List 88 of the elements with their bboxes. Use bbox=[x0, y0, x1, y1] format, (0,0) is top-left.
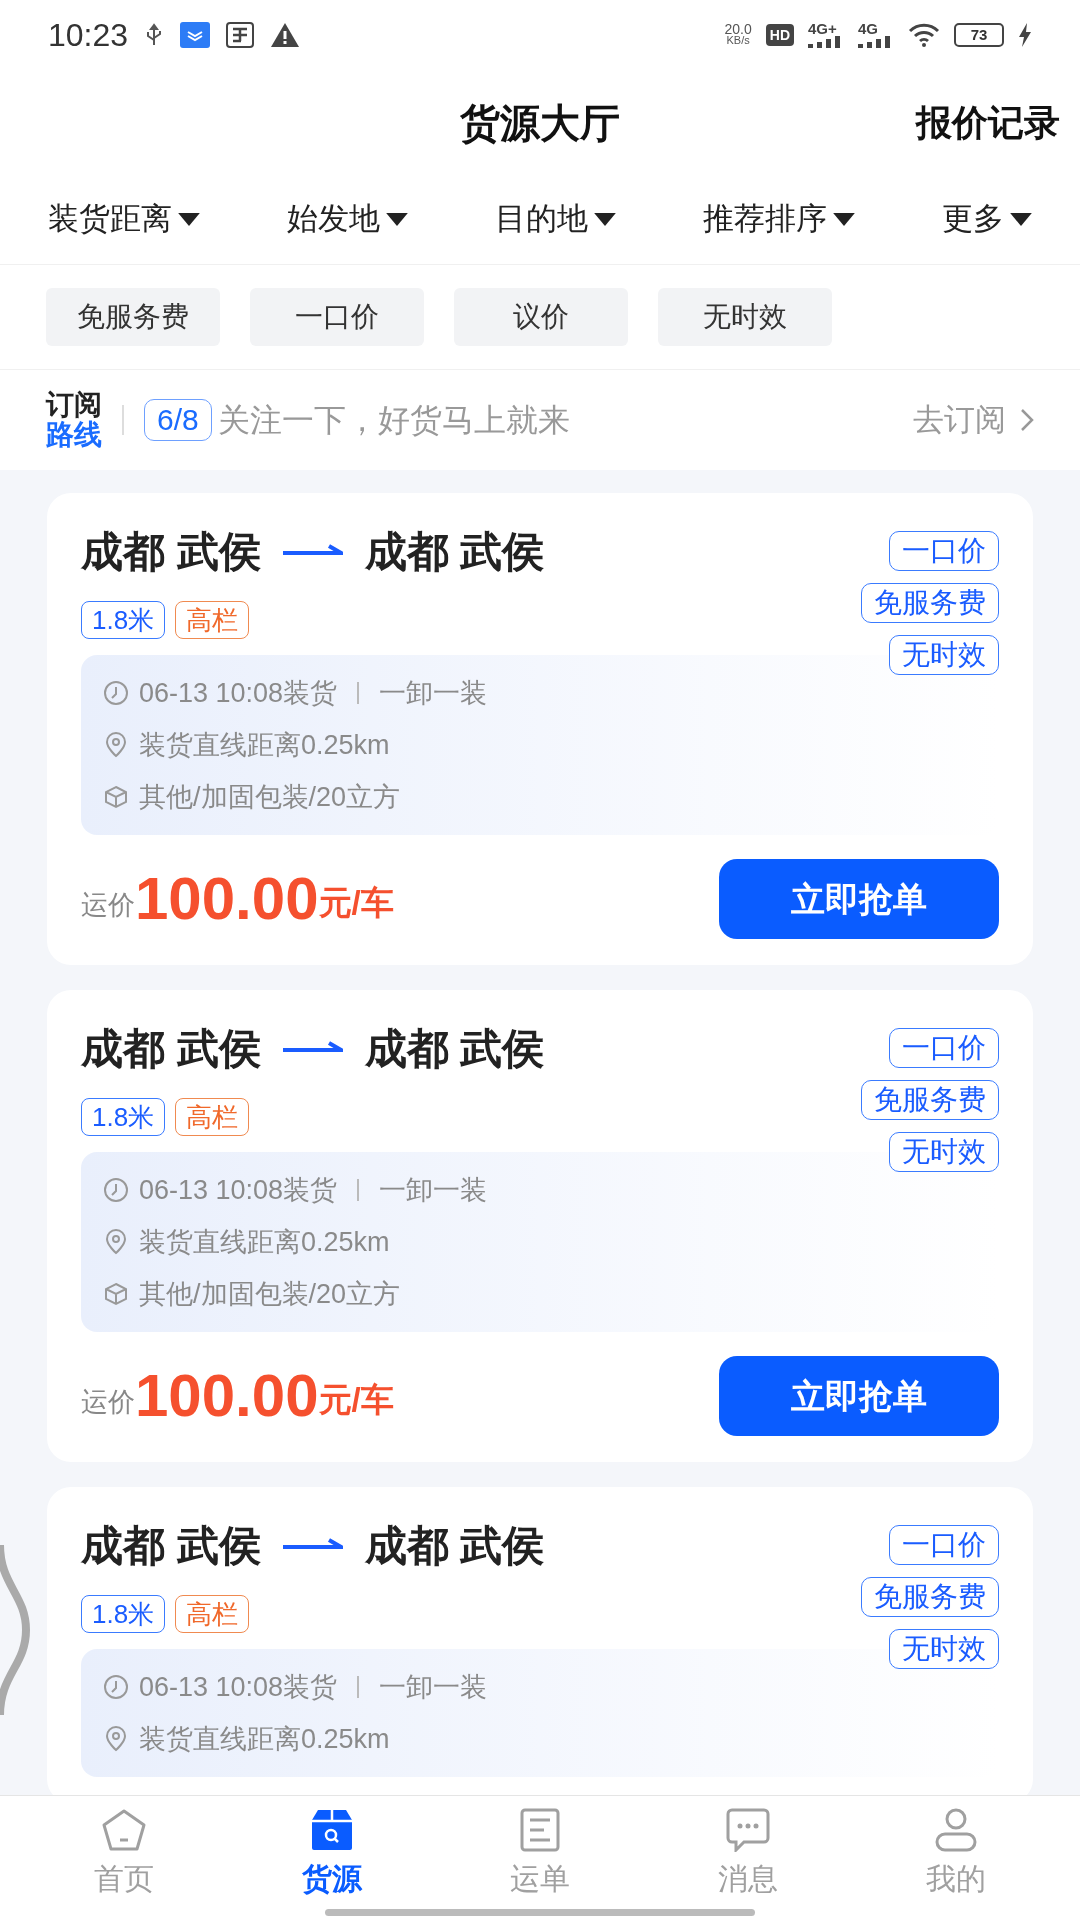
grab-order-button[interactable]: 立即抢单 bbox=[719, 859, 999, 939]
price-unit: 元/车 bbox=[318, 1379, 394, 1420]
logo-text: 订阅 bbox=[46, 390, 102, 420]
pricing-badge: 一口价 bbox=[889, 1525, 999, 1565]
network-type: 4G+ bbox=[808, 22, 837, 36]
filter-dropdown[interactable]: 推荐排序 bbox=[703, 196, 855, 243]
price-label: 运价 bbox=[81, 1385, 135, 1419]
status-time: 10:23 bbox=[48, 16, 129, 55]
detail-text: 装货直线距离0.25km bbox=[139, 728, 390, 762]
subscription-message: 关注一下，好货马上就来 bbox=[217, 401, 571, 440]
hd-badge: HD bbox=[765, 24, 794, 46]
detail-text: 一卸一装 bbox=[379, 1173, 488, 1207]
pricing-badge: 无时效 bbox=[889, 1132, 999, 1172]
price-unit: 元/车 bbox=[318, 882, 394, 923]
detail-text: 其他/加固包装/20立方 bbox=[139, 780, 401, 814]
app-icon bbox=[180, 22, 211, 48]
detail-text: 其他/加固包装/20立方 bbox=[139, 1277, 401, 1311]
origin-text: 成都 武侯 bbox=[81, 1023, 261, 1074]
cargo-card[interactable]: 成都 武侯 成都 武侯 1.8米 高栏 一口价 免服务费 无时效 06-13 10:08装货 一卸一装 装货直线距离0.25km 其他/加固包装/20立方 运价100.00元/车 立即抢单 bbox=[47, 990, 1033, 1462]
vehicle-tag: 1.8米 bbox=[81, 1098, 166, 1136]
filter-chip[interactable]: 一口价 bbox=[250, 288, 424, 346]
page-title: 货源大厅 bbox=[460, 99, 620, 147]
price-value: 100.00 bbox=[135, 867, 319, 931]
pricing-badge: 一口价 bbox=[889, 1028, 999, 1068]
filter-dropdown[interactable]: 始发地 bbox=[287, 196, 408, 243]
charging-icon bbox=[1018, 23, 1032, 47]
destination-text: 成都 武侯 bbox=[364, 526, 545, 577]
pricing-badge: 一口价 bbox=[889, 531, 999, 571]
quote-history-link[interactable]: 报价记录 bbox=[916, 95, 1060, 150]
detail-text: 一卸一装 bbox=[379, 1670, 488, 1704]
network-type: 4G bbox=[858, 22, 878, 36]
location-pin-icon bbox=[103, 1726, 129, 1752]
chat-bubble-icon bbox=[724, 1808, 772, 1852]
location-pin-icon bbox=[103, 732, 129, 758]
cargo-card[interactable]: 成都 武侯 成都 武侯 1.8米 高栏 一口价 免服务费 无时效 06-13 10:08装货 一卸一装 装货直线距离0.25km bbox=[47, 1487, 1033, 1795]
vehicle-tag: 高栏 bbox=[175, 1595, 250, 1633]
warning-icon bbox=[270, 22, 301, 48]
filter-dropdown[interactable]: 更多 bbox=[942, 196, 1032, 243]
destination-text: 成都 武侯 bbox=[364, 1023, 545, 1074]
app-icon bbox=[226, 22, 255, 48]
caret-icon bbox=[386, 213, 408, 226]
detail-text: 装货直线距离0.25km bbox=[139, 1225, 390, 1259]
vehicle-tag: 1.8米 bbox=[81, 1595, 166, 1633]
package-icon bbox=[103, 1281, 129, 1307]
vehicle-tag: 高栏 bbox=[175, 1098, 250, 1136]
caret-icon bbox=[178, 213, 200, 226]
detail-text: 06-13 10:08装货 bbox=[139, 1173, 338, 1207]
vehicle-tag: 高栏 bbox=[175, 601, 250, 639]
price-label: 运价 bbox=[81, 888, 135, 922]
location-pin-icon bbox=[103, 1229, 129, 1255]
filter-dropdown[interactable]: 装货距离 bbox=[48, 196, 200, 243]
clock-icon bbox=[103, 1674, 129, 1700]
network-speed: 20.0 KB/s bbox=[724, 24, 752, 46]
caret-icon bbox=[1010, 213, 1032, 226]
home-icon bbox=[100, 1808, 148, 1852]
package-icon bbox=[103, 784, 129, 810]
clock-icon bbox=[103, 1177, 129, 1203]
back-gesture-handle[interactable] bbox=[0, 1545, 30, 1715]
filter-chip[interactable]: 免服务费 bbox=[46, 288, 220, 346]
vehicle-tag: 1.8米 bbox=[81, 601, 166, 639]
tab-item[interactable]: 货源 bbox=[252, 1808, 412, 1901]
origin-text: 成都 武侯 bbox=[81, 526, 261, 577]
filter-chip[interactable]: 无时效 bbox=[658, 288, 832, 346]
logo-text: 路线 bbox=[46, 420, 102, 450]
battery-indicator: 73 bbox=[954, 23, 1004, 47]
cargo-card[interactable]: 成都 武侯 成都 武侯 1.8米 高栏 一口价 免服务费 无时效 06-13 10:08装货 一卸一装 装货直线距离0.25km 其他/加固包装/20立方 运价100.00元/车 立即抢单 bbox=[47, 493, 1033, 965]
filter-chip[interactable]: 议价 bbox=[454, 288, 628, 346]
pricing-badge: 免服务费 bbox=[861, 1577, 999, 1617]
detail-text: 装货直线距离0.25km bbox=[139, 1722, 390, 1756]
detail-text: 06-13 10:08装货 bbox=[139, 1670, 338, 1704]
grab-order-button[interactable]: 立即抢单 bbox=[719, 1356, 999, 1436]
pricing-badge: 免服务费 bbox=[861, 583, 999, 623]
destination-text: 成都 武侯 bbox=[364, 1520, 545, 1571]
count-badge: 6/8 bbox=[144, 399, 212, 441]
clock-icon bbox=[103, 680, 129, 706]
price-value: 100.00 bbox=[135, 1364, 319, 1428]
filter-dropdown[interactable]: 目的地 bbox=[495, 196, 616, 243]
subscription-bar[interactable]: 订阅 路线 6/8 关注一下，好货马上就来 去订阅 bbox=[0, 370, 1080, 470]
detail-text: 一卸一装 bbox=[379, 676, 488, 710]
caret-icon bbox=[833, 213, 855, 226]
detail-text: 06-13 10:08装货 bbox=[139, 676, 338, 710]
pricing-badge: 无时效 bbox=[889, 635, 999, 675]
origin-text: 成都 武侯 bbox=[81, 1520, 261, 1571]
pricing-badge: 免服务费 bbox=[861, 1080, 999, 1120]
caret-icon bbox=[594, 213, 616, 226]
pricing-badge: 无时效 bbox=[889, 1629, 999, 1669]
wifi-icon bbox=[908, 23, 940, 47]
chevron-icon bbox=[1020, 408, 1034, 432]
